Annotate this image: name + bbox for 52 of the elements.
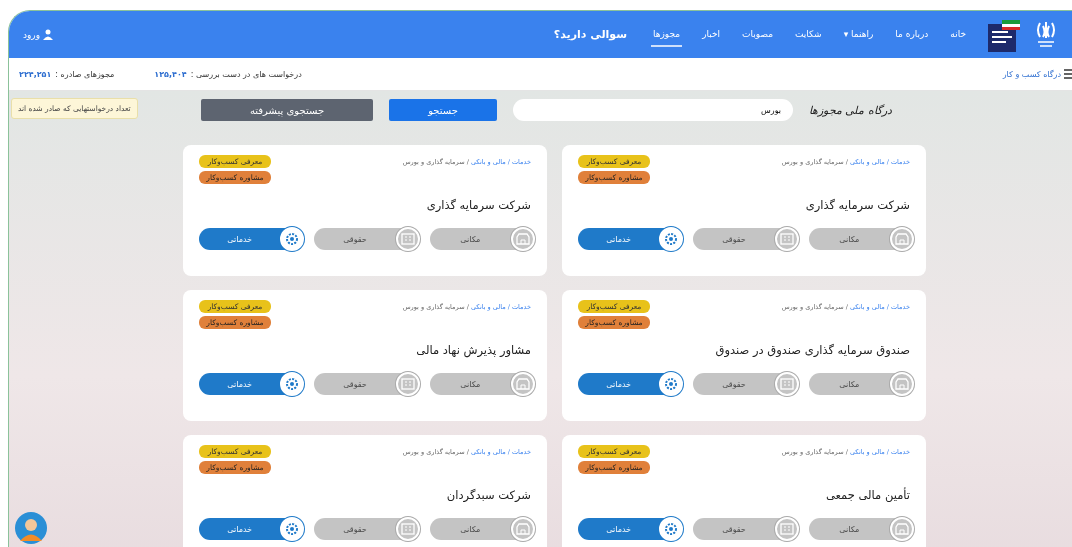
building-icon	[400, 523, 415, 535]
card-title: شرکت سرمایه گذاری	[425, 198, 531, 212]
nav-link[interactable]: شکایت	[793, 22, 824, 47]
type-pill[interactable]: خدماتی	[199, 518, 301, 540]
building-icon	[400, 233, 415, 245]
stat-label: مجوزهای صادره :	[55, 69, 115, 79]
gear-icon	[664, 232, 679, 246]
type-pill[interactable]: خدماتی	[578, 228, 680, 250]
store-icon	[895, 233, 909, 245]
store-icon	[895, 523, 909, 535]
stat-value: ۱۲۵,۴۰۴	[154, 69, 187, 79]
nav-link[interactable]: درباره ما	[893, 22, 931, 47]
gear-icon	[285, 522, 300, 536]
type-pill[interactable]: خدماتی	[578, 373, 680, 395]
nav-link[interactable]: مجوزها	[651, 22, 683, 47]
list-icon	[1064, 69, 1072, 79]
card-title: صندوق سرمایه گذاری صندوق در صندوق	[714, 343, 910, 357]
nav-link[interactable]: راهنما ▾	[841, 22, 876, 47]
nav-link[interactable]: مصوبات	[740, 22, 775, 47]
login-button[interactable]: ورود	[23, 29, 54, 40]
store-icon	[516, 523, 530, 535]
gear-icon	[285, 232, 300, 246]
faq-link[interactable]: سوالی دارید؟	[553, 28, 627, 41]
nav-link[interactable]: اخبار	[700, 22, 722, 47]
portal-link[interactable]: درگاه کسب و کار	[1002, 69, 1072, 79]
store-icon	[516, 378, 530, 390]
support-avatar-icon[interactable]	[15, 512, 47, 544]
search-button[interactable]: جستجو	[389, 99, 497, 121]
building-icon	[779, 523, 794, 535]
type-pill[interactable]: خدماتی	[578, 518, 680, 540]
user-icon	[43, 29, 54, 40]
building-icon	[400, 378, 415, 390]
card-title: شرکت سبدگردان	[445, 488, 531, 502]
type-pill[interactable]: خدماتی	[199, 373, 301, 395]
emblem-icon	[1034, 19, 1058, 50]
gear-icon	[664, 377, 679, 391]
nav-link[interactable]: خانه	[948, 22, 968, 47]
stat-label: درخواست های در دست بررسی :	[190, 69, 302, 79]
building-icon	[779, 233, 794, 245]
logo-text: درگاه ملی مجوزها	[809, 103, 892, 117]
stat-value: ۲۲۴,۲۵۱	[19, 69, 52, 79]
search-field[interactable]: بورس	[513, 99, 793, 121]
type-pill[interactable]: خدماتی	[199, 228, 301, 250]
card-title: تأمین مالی جمعی	[824, 488, 910, 502]
advanced-search-button[interactable]: جستجوی پیشرفته	[201, 99, 373, 121]
store-icon	[516, 233, 530, 245]
store-icon	[895, 378, 909, 390]
card-title: مشاور پذیرش نهاد مالی	[415, 343, 531, 357]
gear-icon	[664, 522, 679, 536]
card-title: شرکت سرمایه گذاری	[804, 198, 910, 212]
building-icon	[779, 378, 794, 390]
gear-icon	[285, 377, 300, 391]
